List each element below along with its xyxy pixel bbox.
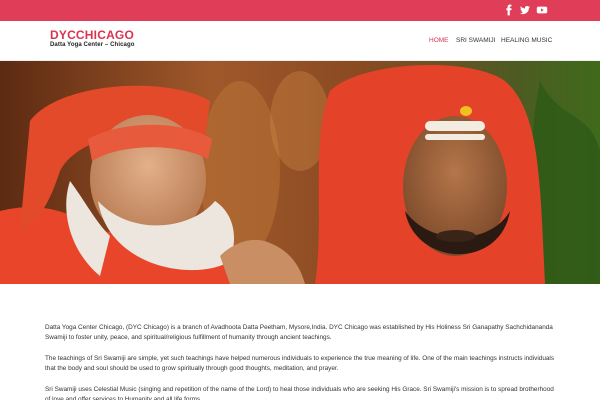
hero-image [0,61,600,284]
intro-paragraph: Datta Yoga Center Chicago, (DYC Chicago)… [45,324,553,341]
facebook-icon[interactable] [503,4,515,16]
intro-content: Datta Yoga Center Chicago, (DYC Chicago)… [45,323,560,400]
site-header: DYCCHICAGO Datta Yoga Center – Chicago H… [0,21,600,61]
nav-sri-swamiji[interactable]: SRI SWAMIJI [456,37,495,44]
top-bar [0,0,600,21]
site-subtitle: Datta Yoga Center – Chicago [50,42,135,48]
teachings-paragraph: The teachings of Sri Swamiji are simple,… [45,355,555,372]
site-title[interactable]: DYCCHICAGO [50,28,134,42]
music-paragraph: Sri Swamiji uses Celestial Music (singin… [45,386,554,400]
youtube-icon[interactable] [536,4,548,16]
nav-home[interactable]: HOME [429,37,449,44]
twitter-icon[interactable] [519,4,531,16]
nav-healing-music[interactable]: HEALING MUSIC [501,37,552,44]
